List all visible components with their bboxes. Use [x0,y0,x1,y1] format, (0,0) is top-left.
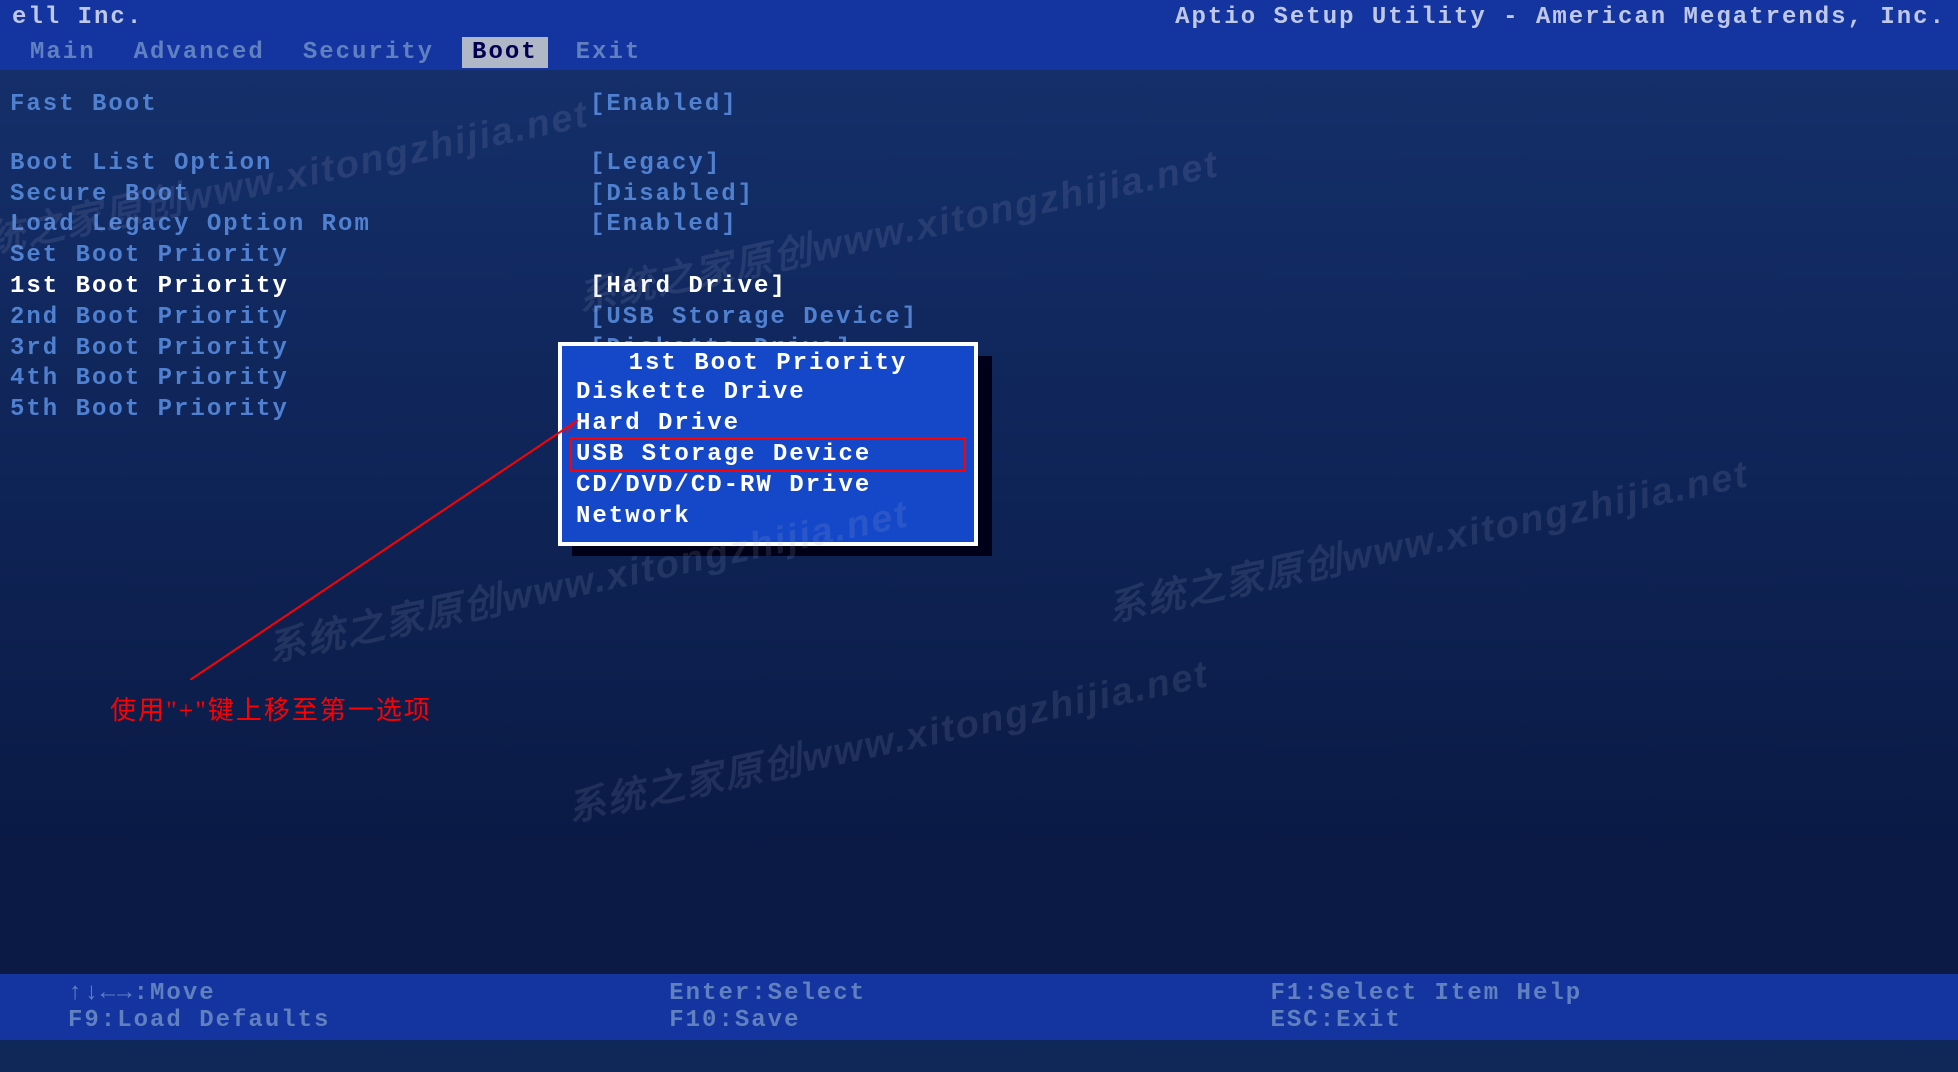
annotation-arrow-icon [190,420,590,680]
hint-select: Enter:Select [669,980,1270,1007]
setting-label: Set Boot Priority [10,242,590,271]
setting-value: [Legacy] [590,150,721,179]
tab-advanced[interactable]: Advanced [124,37,275,68]
popup-title: 1st Boot Priority [621,350,916,377]
watermark: 系统之家原创www.xitongzhijia.net [561,643,1213,833]
hint-exit: ESC:Exit [1271,1007,1872,1034]
setting-label: 5th Boot Priority [10,396,590,425]
tab-security[interactable]: Security [293,37,444,68]
setting-value: [Hard Drive] [590,273,787,302]
setting-2nd-boot-priority[interactable]: 2nd Boot Priority [USB Storage Device] [10,303,1948,334]
setting-set-boot-priority[interactable]: Set Boot Priority [10,241,1948,272]
popup-item-usb-storage[interactable]: USB Storage Device [570,437,966,472]
tab-boot[interactable]: Boot [462,37,548,68]
annotation-text: 使用"+"键上移至第一选项 [110,690,432,727]
popup-item-hard-drive[interactable]: Hard Drive [572,408,964,439]
setting-label: 1st Boot Priority [10,273,590,302]
hint-move: ↑↓←→:Move [68,980,669,1007]
boot-priority-popup-container: 1st Boot Priority Diskette Drive Hard Dr… [558,342,978,546]
bios-tabs: Main Advanced Security Boot Exit [0,35,1958,70]
boot-priority-popup: 1st Boot Priority Diskette Drive Hard Dr… [558,342,978,546]
setting-value: [Enabled] [590,211,738,240]
setting-secure-boot[interactable]: Secure Boot [Disabled] [10,180,1948,211]
setting-value: [Enabled] [590,91,738,120]
bios-header: ell Inc. Aptio Setup Utility - American … [0,0,1958,35]
setting-fast-boot[interactable]: Fast Boot [Enabled] [10,90,1948,121]
hint-defaults: F9:Load Defaults [68,1007,669,1034]
setting-value: [USB Storage Device] [590,304,918,333]
popup-item-diskette[interactable]: Diskette Drive [572,377,964,408]
bios-footer: ↑↓←→:Move Enter:Select F1:Select Item He… [0,970,1958,1040]
watermark: 系统之家原创www.xitongzhijia.net [1101,443,1753,633]
popup-item-cd-dvd[interactable]: CD/DVD/CD-RW Drive [572,470,964,501]
hint-help: F1:Select Item Help [1271,980,1872,1007]
vendor-label: ell Inc. [12,4,143,31]
setting-label: Fast Boot [10,91,590,120]
setting-label: Secure Boot [10,181,590,210]
setting-value: [Disabled] [590,181,754,210]
setting-1st-boot-priority[interactable]: 1st Boot Priority [Hard Drive] [10,272,1948,303]
setting-label: Load Legacy Option Rom [10,211,590,240]
setting-boot-list-option[interactable]: Boot List Option [Legacy] [10,149,1948,180]
popup-item-network[interactable]: Network [572,501,964,532]
setting-label: Boot List Option [10,150,590,179]
utility-title: Aptio Setup Utility - American Megatrend… [1175,4,1946,31]
tab-main[interactable]: Main [20,37,106,68]
footer-row-2: F9:Load Defaults F10:Save ESC:Exit [68,1007,1890,1034]
bios-screen: ell Inc. Aptio Setup Utility - American … [0,0,1958,1072]
setting-label: 4th Boot Priority [10,365,590,394]
setting-load-legacy[interactable]: Load Legacy Option Rom [Enabled] [10,210,1948,241]
setting-label: 3rd Boot Priority [10,335,590,364]
setting-label: 2nd Boot Priority [10,304,590,333]
footer-row-1: ↑↓←→:Move Enter:Select F1:Select Item He… [68,980,1890,1007]
tab-exit[interactable]: Exit [566,37,652,68]
hint-save: F10:Save [669,1007,1270,1034]
bios-content: Fast Boot [Enabled] Boot List Option [Le… [0,70,1958,1040]
spacer [10,121,1948,149]
